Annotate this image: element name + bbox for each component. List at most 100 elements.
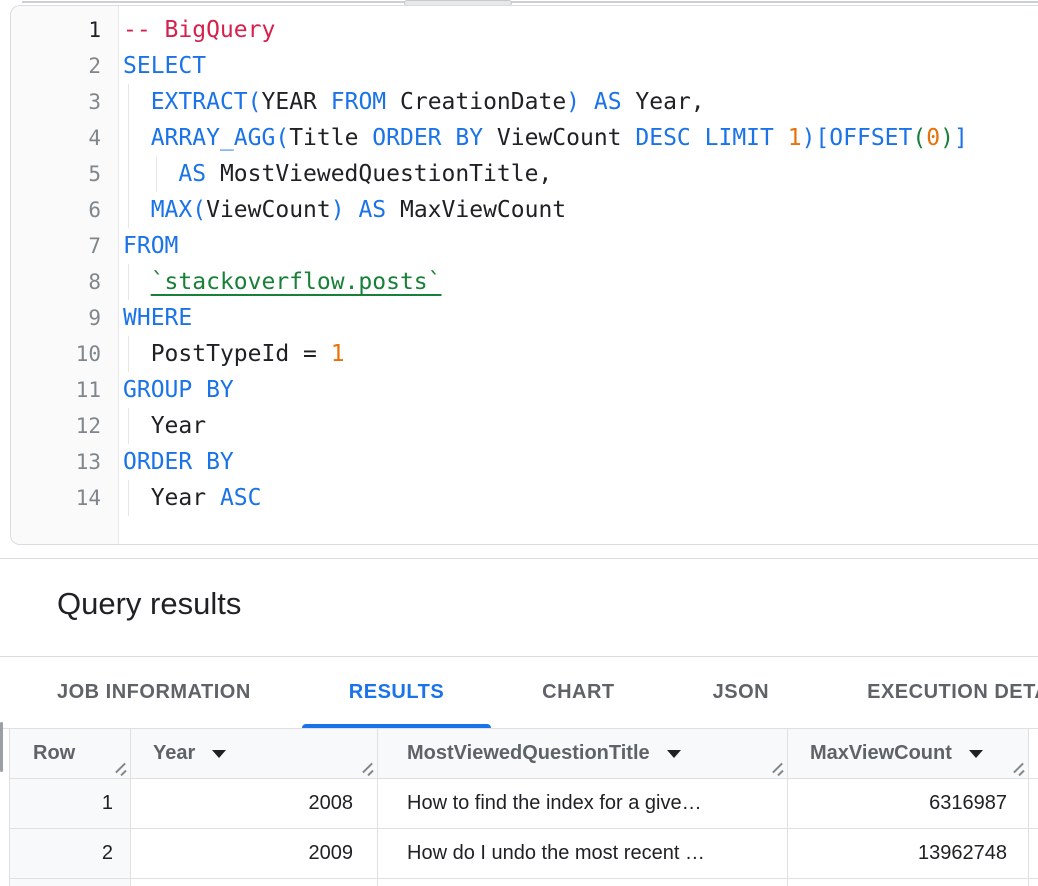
code-token: EXTRACT [151,89,248,115]
column-resize-handle[interactable] [769,759,785,775]
cell [131,879,378,886]
column-header-maxviewcount[interactable]: MaxViewCount [788,729,1029,778]
code-token: MaxViewCount [400,197,566,223]
code-token: ) [566,89,580,115]
line-number: 6 [11,192,101,228]
cell: How do I undo the most recent … [378,829,788,878]
code-token: ( [912,125,926,151]
tab-execution-details[interactable]: EXECUTION DETAILS [820,657,1038,728]
column-header-row[interactable]: Row [10,729,131,778]
code-token: `stackoverflow.posts` [151,269,442,295]
line-numbers: 1234567891011121314 [11,12,101,516]
code-token: ASC [220,485,262,511]
sort-caret-icon[interactable] [969,750,983,758]
cell: 1 [10,779,131,828]
code-token: SELECT [123,53,206,79]
code-line-10[interactable]: PostTypeId = 1 [120,336,1038,372]
code-line-13[interactable]: ORDER BY [120,444,1038,480]
line-number: 3 [11,84,101,120]
code-token: 1 [331,341,345,367]
editor-top-scrollbar-track [22,1,1038,3]
code-line-11[interactable]: GROUP BY [120,372,1038,408]
sort-caret-icon[interactable] [667,750,681,758]
code-line-4[interactable]: ARRAY_AGG(Title ORDER BY ViewCount DESC … [120,120,1038,156]
code-token: 1 [788,125,802,151]
code-area[interactable]: -- BigQuery SELECT EXTRACT(YEAR FROM Crea… [120,12,1038,516]
indent-guide-line [128,156,129,192]
code-token: MAX [151,197,193,223]
cell: 2008 [131,779,378,828]
code-token: -- BigQuery [123,17,275,43]
cell [1029,879,1038,886]
code-line-2[interactable]: SELECT [120,48,1038,84]
code-token: Title [289,125,372,151]
indent-guide-line [128,120,129,156]
cell-filler [1029,779,1038,828]
code-line-3[interactable]: EXTRACT(YEAR FROM CreationDate) AS Year, [120,84,1038,120]
column-resize-handle[interactable] [112,759,128,775]
cell [378,879,788,886]
tab-job-information[interactable]: JOB INFORMATION [10,657,298,728]
code-line-7[interactable]: FROM [120,228,1038,264]
line-number: 7 [11,228,101,264]
column-resize-handle[interactable] [359,759,375,775]
code-line-14[interactable]: Year ASC [120,480,1038,516]
code-line-8[interactable]: `stackoverflow.posts` [120,264,1038,300]
indent-guide-line [128,192,129,228]
line-number: 1 [11,12,101,48]
active-tab-underline [302,724,491,728]
table-body: 12008How to find the index for a give…63… [10,779,1038,879]
cell-filler [1029,829,1038,878]
tab-label: JOB INFORMATION [57,681,251,704]
column-header-mostviewedquestiontitle[interactable]: MostViewedQuestionTitle [378,729,788,778]
sql-editor[interactable]: 1234567891011121314 -- BigQuerySELECT EX… [10,5,1038,545]
code-token: MostViewedQuestionTitle, [220,161,552,187]
table-header-row: Row Year MostViewedQuestionTitle MaxViewCou… [10,729,1038,779]
code-token: FROM [331,89,400,115]
column-label: Year [153,742,195,765]
code-token: WHERE [123,305,192,331]
line-number: 14 [11,480,101,516]
results-table: Row Year MostViewedQuestionTitle MaxViewCou… [9,729,1038,886]
code-token [123,161,178,187]
indent-guide-line [128,264,129,300]
code-token: GROUP BY [123,377,234,403]
code-token: OFFSET [829,125,912,151]
code-line-9[interactable]: WHERE [120,300,1038,336]
code-token: CreationDate [400,89,566,115]
sort-caret-icon[interactable] [212,750,226,758]
line-number: 13 [11,444,101,480]
code-token: ) [331,197,345,223]
column-label: MaxViewCount [810,742,952,765]
line-number: 12 [11,408,101,444]
code-token: ViewCount [497,125,635,151]
tab-label: JSON [713,681,769,704]
code-token: Year [151,485,220,511]
bigquery-console: 1234567891011121314 -- BigQuerySELECT EX… [0,0,1038,886]
indent-guide-line [156,156,157,192]
query-results-title: Query results [57,586,241,622]
tab-results[interactable]: RESULTS [302,657,491,728]
line-number: 2 [11,48,101,84]
results-vertical-scrollbar-thumb[interactable] [0,722,3,772]
line-number: 10 [11,336,101,372]
code-line-12[interactable]: Year [120,408,1038,444]
tab-json[interactable]: JSON [666,657,816,728]
indent-guide-line [128,84,129,120]
cell [788,879,1029,886]
cell: 2009 [131,829,378,878]
code-line-6[interactable]: MAX(ViewCount) AS MaxViewCount [120,192,1038,228]
table-row-partial [10,879,1038,886]
column-header-year[interactable]: Year [131,729,378,778]
code-token: ] [954,125,968,151]
code-token: FROM [123,233,178,259]
code-line-5[interactable]: AS MostViewedQuestionTitle, [120,156,1038,192]
code-token: )[ [802,125,830,151]
column-label: Row [33,742,75,765]
code-token: AS [580,89,635,115]
column-resize-handle[interactable] [1010,759,1026,775]
code-token: AS [178,161,220,187]
column-header-filler [1029,729,1038,778]
tab-chart[interactable]: CHART [495,657,662,728]
code-line-1[interactable]: -- BigQuery [120,12,1038,48]
